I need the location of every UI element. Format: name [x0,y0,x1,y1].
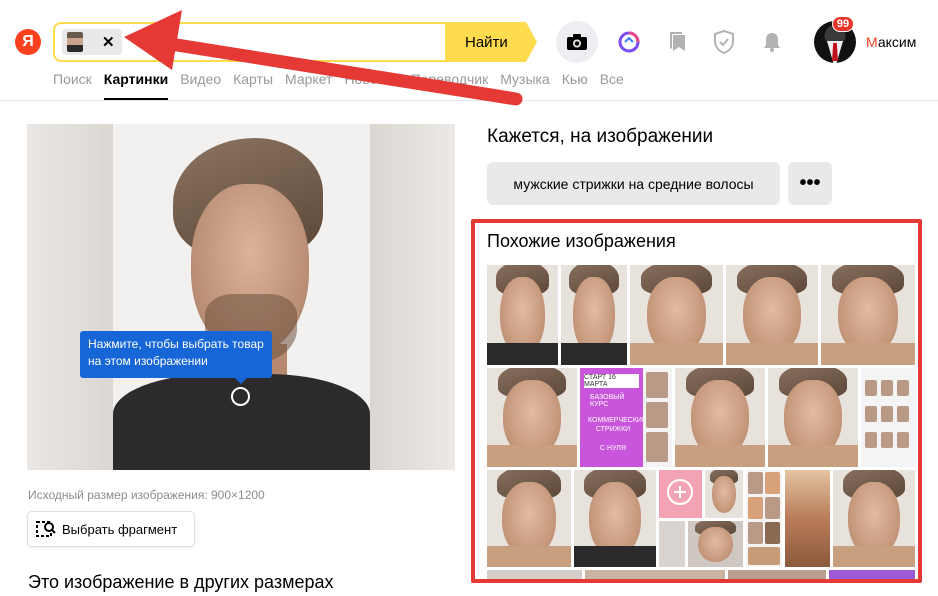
alice-icon[interactable] [617,30,641,54]
camera-icon [567,34,587,50]
tag-button[interactable]: мужские стрижки на средние волосы [487,162,780,205]
camera-search-button[interactable] [556,21,598,63]
header: Я ✕ Найти 99 Максим Поиск Картинки Видео… [0,0,938,101]
tab-q[interactable]: Кью [562,71,588,100]
tab-images[interactable]: Картинки [103,71,169,100]
query-image-panel[interactable] [27,124,455,470]
protect-icon[interactable] [712,30,736,54]
chip-close-icon[interactable]: ✕ [102,33,115,51]
tab-music[interactable]: Музыка [500,71,550,100]
yandex-logo[interactable]: Я [15,29,41,55]
more-tags-button[interactable]: ••• [788,162,832,205]
tab-news[interactable]: Новости [344,71,398,100]
user-name[interactable]: Максим [866,34,916,50]
user-name-rest: аксим [877,34,917,50]
notification-badge: 99 [832,16,854,32]
search-input[interactable]: ✕ [53,22,445,62]
tab-video[interactable]: Видео [180,71,221,100]
search-button[interactable]: Найти [445,22,537,62]
collections-icon[interactable] [666,30,690,54]
chip-thumbnail [67,32,83,52]
product-target-ring[interactable] [231,387,250,406]
tab-market[interactable]: Маркет [285,71,332,100]
select-product-tooltip: Нажмите, чтобы выбрать товар на этом изо… [80,331,272,384]
query-image[interactable] [113,124,370,470]
image-blur-right [369,124,455,470]
tab-all[interactable]: Все [600,71,624,100]
seems-heading: Кажется, на изображении [487,126,714,147]
select-fragment-label: Выбрать фрагмент [62,521,178,537]
bell-icon[interactable] [760,30,784,54]
search-image-chip[interactable]: ✕ [62,29,122,55]
original-size-text: Исходный размер изображения: 900×1200 [28,488,265,502]
tab-search[interactable]: Поиск [53,71,92,100]
tab-maps[interactable]: Карты [233,71,273,100]
other-sizes-heading: Это изображение в других размерах [28,572,334,592]
similar-images-highlight [471,219,922,583]
image-blur-left [27,124,113,470]
tab-translator[interactable]: Переводчик [411,71,489,100]
user-name-first-letter: М [866,34,878,50]
select-fragment-button[interactable]: Выбрать фрагмент [27,511,195,547]
service-tabs: Поиск Картинки Видео Карты Маркет Новост… [53,71,636,100]
crop-icon [36,521,56,537]
